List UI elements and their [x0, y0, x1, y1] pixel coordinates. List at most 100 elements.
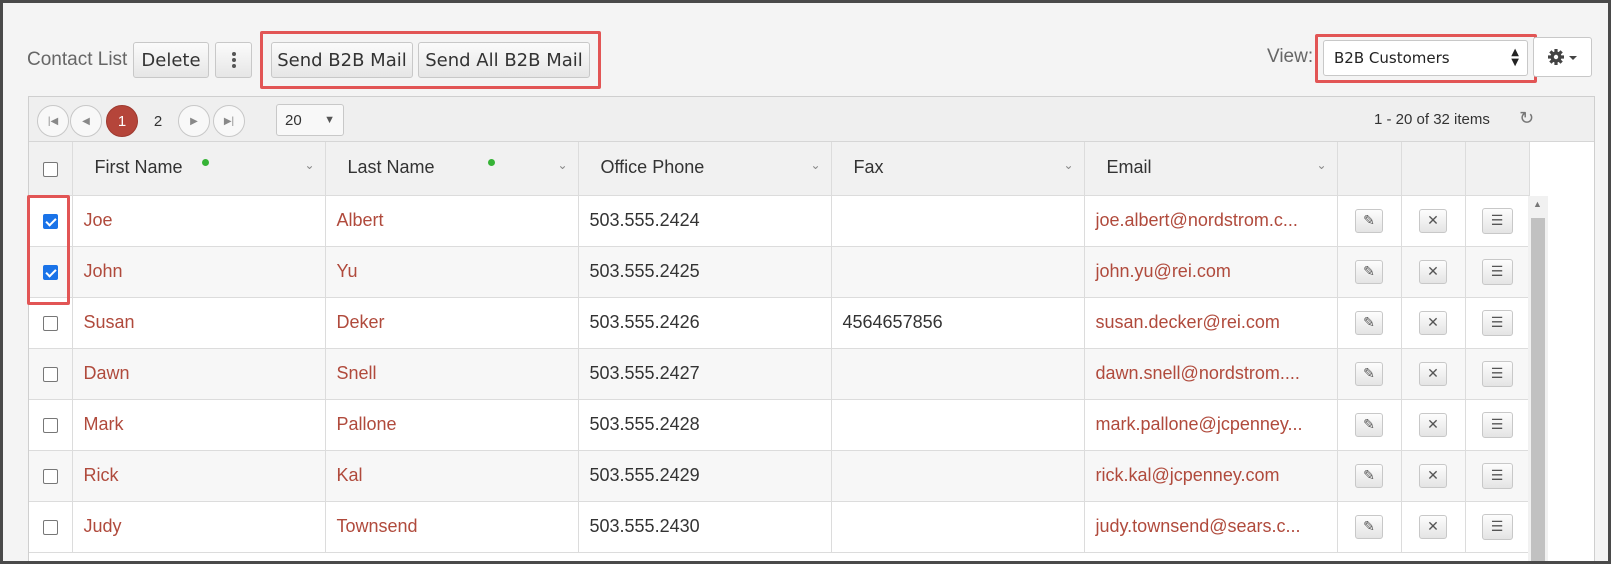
- row-menu-button[interactable]: ☰: [1481, 411, 1513, 438]
- column-header-office-phone[interactable]: Office Phone ⌄: [578, 142, 832, 196]
- next-page-button[interactable]: ▶: [178, 105, 210, 137]
- row-menu-button[interactable]: ☰: [1481, 513, 1513, 540]
- delete-row-button[interactable]: ✕: [1419, 361, 1447, 386]
- office-phone-cell: 503.555.2429: [578, 450, 832, 502]
- row-menu-button[interactable]: ☰: [1481, 309, 1513, 336]
- edit-button[interactable]: ✎: [1355, 361, 1383, 386]
- view-select[interactable]: B2B Customers ▲ ▼: [1323, 40, 1528, 76]
- row-checkbox[interactable]: [42, 519, 58, 535]
- row-menu-button[interactable]: ☰: [1481, 462, 1513, 489]
- last-name-link[interactable]: Pallone: [325, 399, 579, 451]
- pager-info: 1 - 20 of 32 items: [1374, 111, 1490, 128]
- table-row: Rick Kal 503.555.2429 rick.kal@jcpenney.com…: [29, 450, 1530, 502]
- fax-cell: [831, 348, 1085, 400]
- email-link[interactable]: mark.pallone@jcpenney...: [1084, 399, 1338, 451]
- column-header-last-name[interactable]: Last Name ⌄: [325, 142, 579, 196]
- office-phone-cell: 503.555.2426: [578, 297, 832, 349]
- row-select-cell: [29, 348, 73, 400]
- delete-cell: ✕: [1401, 450, 1466, 502]
- more-actions-button[interactable]: [215, 42, 252, 78]
- menu-cell: ☰: [1465, 246, 1530, 298]
- column-header-first-name[interactable]: First Name ⌄: [72, 142, 326, 196]
- chevron-down-icon[interactable]: ⌄: [304, 158, 314, 172]
- email-link[interactable]: susan.decker@rei.com: [1084, 297, 1338, 349]
- close-icon: ✕: [1427, 467, 1439, 483]
- send-b2b-mail-button[interactable]: Send B2B Mail: [271, 42, 413, 78]
- delete-cell: ✕: [1401, 348, 1466, 400]
- email-link[interactable]: judy.townsend@sears.c...: [1084, 501, 1338, 553]
- first-name-link[interactable]: John: [72, 246, 326, 298]
- table-row: John Yu 503.555.2425 john.yu@rei.com ✎ ✕ ☰: [29, 246, 1530, 298]
- row-checkbox[interactable]: [42, 315, 58, 331]
- delete-cell: ✕: [1401, 246, 1466, 298]
- delete-row-button[interactable]: ✕: [1419, 310, 1447, 335]
- chevron-down-icon[interactable]: ⌄: [557, 158, 567, 172]
- email-link[interactable]: john.yu@rei.com: [1084, 246, 1338, 298]
- contact-list-window: Contact List Delete Send B2B Mail Send A…: [0, 0, 1611, 564]
- edit-button[interactable]: ✎: [1355, 310, 1383, 335]
- last-name-link[interactable]: Yu: [325, 246, 579, 298]
- last-name-link[interactable]: Deker: [325, 297, 579, 349]
- row-checkbox[interactable]: [42, 468, 58, 484]
- email-link[interactable]: rick.kal@jcpenney.com: [1084, 450, 1338, 502]
- page-2-button[interactable]: 2: [142, 105, 174, 137]
- vertical-scrollbar[interactable]: ▲: [1528, 196, 1548, 561]
- row-checkbox[interactable]: [42, 366, 58, 382]
- first-name-link[interactable]: Susan: [72, 297, 326, 349]
- column-header-edit: [1337, 142, 1402, 196]
- close-icon: ✕: [1427, 416, 1439, 432]
- chevron-down-icon[interactable]: ⌄: [810, 158, 820, 172]
- send-all-b2b-mail-button[interactable]: Send All B2B Mail: [418, 42, 590, 78]
- first-name-link[interactable]: Mark: [72, 399, 326, 451]
- row-menu-button[interactable]: ☰: [1481, 360, 1513, 387]
- row-checkbox[interactable]: [42, 417, 58, 433]
- edit-button[interactable]: ✎: [1355, 514, 1383, 539]
- column-label: First Name: [94, 157, 183, 177]
- row-select-cell: [29, 450, 73, 502]
- scroll-up-icon[interactable]: ▲: [1533, 199, 1542, 209]
- edit-button[interactable]: ✎: [1355, 463, 1383, 488]
- first-name-link[interactable]: Rick: [72, 450, 326, 502]
- edit-button[interactable]: ✎: [1355, 208, 1383, 233]
- first-name-link[interactable]: Joe: [72, 195, 326, 247]
- pencil-icon: ✎: [1363, 365, 1375, 381]
- select-all-checkbox[interactable]: [42, 161, 58, 177]
- row-menu-button[interactable]: ☰: [1481, 207, 1513, 234]
- first-name-link[interactable]: Judy: [72, 501, 326, 553]
- row-menu-button[interactable]: ☰: [1481, 258, 1513, 285]
- last-name-link[interactable]: Kal: [325, 450, 579, 502]
- chevron-down-icon[interactable]: ⌄: [1063, 158, 1073, 172]
- last-name-link[interactable]: Snell: [325, 348, 579, 400]
- first-name-link[interactable]: Dawn: [72, 348, 326, 400]
- delete-row-button[interactable]: ✕: [1419, 259, 1447, 284]
- edit-button[interactable]: ✎: [1355, 412, 1383, 437]
- column-label: Fax: [853, 157, 884, 177]
- first-page-button[interactable]: |◀: [37, 105, 69, 137]
- delete-row-button[interactable]: ✕: [1419, 208, 1447, 233]
- settings-button[interactable]: [1533, 37, 1592, 77]
- edit-button[interactable]: ✎: [1355, 259, 1383, 284]
- page-size-select[interactable]: 20 ▼: [276, 104, 344, 136]
- pencil-icon: ✎: [1363, 212, 1375, 228]
- column-header-fax[interactable]: Fax ⌄: [831, 142, 1085, 196]
- column-header-email[interactable]: Email ⌄: [1084, 142, 1338, 196]
- prev-page-button[interactable]: ◀: [70, 105, 102, 137]
- last-name-link[interactable]: Albert: [325, 195, 579, 247]
- last-page-button[interactable]: ▶|: [213, 105, 245, 137]
- last-name-link[interactable]: Townsend: [325, 501, 579, 553]
- close-icon: ✕: [1427, 263, 1439, 279]
- refresh-icon[interactable]: ↻: [1519, 108, 1534, 129]
- delete-cell: ✕: [1401, 195, 1466, 247]
- email-link[interactable]: joe.albert@nordstrom.c...: [1084, 195, 1338, 247]
- chevron-down-icon[interactable]: ⌄: [1316, 158, 1326, 172]
- page-1-button[interactable]: 1: [106, 105, 138, 137]
- table-row: Dawn Snell 503.555.2427 dawn.snell@nordstro…: [29, 348, 1530, 400]
- close-icon: ✕: [1427, 314, 1439, 330]
- delete-row-button[interactable]: ✕: [1419, 514, 1447, 539]
- delete-row-button[interactable]: ✕: [1419, 463, 1447, 488]
- scrollbar-thumb[interactable]: [1531, 218, 1545, 561]
- delete-row-button[interactable]: ✕: [1419, 412, 1447, 437]
- column-header-menu: [1465, 142, 1530, 196]
- delete-button[interactable]: Delete: [133, 42, 209, 78]
- email-link[interactable]: dawn.snell@nordstrom....: [1084, 348, 1338, 400]
